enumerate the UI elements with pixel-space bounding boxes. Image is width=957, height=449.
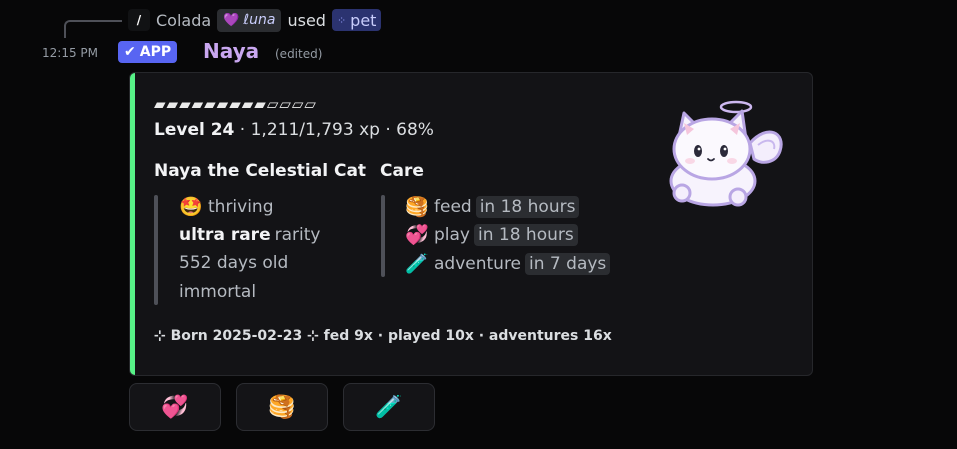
app-badge: ✔ APP — [118, 41, 178, 63]
xp-text: · 1,211/1,793 xp · 68% — [239, 120, 434, 140]
potion-icon: 🧪 — [375, 394, 403, 420]
checkmark-icon: ✔ — [124, 44, 136, 60]
slash-command-icon: / — [128, 9, 150, 31]
lifespan-line: immortal — [179, 279, 256, 305]
age-text: 552 days old — [179, 253, 289, 273]
potion-icon: 🧪 — [405, 252, 429, 275]
reply-username[interactable]: Colada — [156, 11, 211, 30]
rarity-label: rarity — [274, 225, 321, 245]
celestial-cat-thumbnail[interactable] — [658, 93, 788, 213]
rarity-line: ultra rare rarity — [179, 222, 320, 248]
care-feed-time: in 18 hours — [475, 196, 580, 218]
star-struck-icon: 🤩 — [179, 195, 203, 218]
edited-indicator: (edited) — [275, 47, 323, 61]
quote-bar — [154, 195, 158, 305]
embed-accent-bar — [130, 73, 135, 375]
care-adventure-label: adventure — [434, 254, 522, 274]
hearts-icon: 💞 — [405, 223, 429, 246]
xp-progress-bar: ▰▰▰▰▰▰▰▰▰▱▱▱▱ — [154, 95, 317, 113]
user-tag: 💜 ℓuna — [217, 8, 282, 32]
level-label: Level 24 — [154, 120, 235, 140]
care-play-label: play — [434, 225, 470, 245]
care-play-time: in 18 hours — [474, 224, 578, 246]
app-command-icon: ⁘ — [336, 13, 347, 27]
play-button[interactable]: 💞 — [129, 383, 221, 431]
level-line: Level 24 · 1,211/1,793 xp · 68% — [154, 120, 434, 140]
hearts-icon: 💞 — [161, 394, 189, 420]
pancakes-icon: 🥞 — [268, 394, 296, 420]
app-badge-label: APP — [139, 44, 172, 60]
purple-heart-icon: 💜 — [223, 12, 240, 28]
used-text: used — [287, 10, 326, 30]
pancakes-icon: 🥞 — [405, 195, 429, 218]
message-timestamp[interactable]: 12:15 PM — [42, 46, 98, 60]
care-adventure-line: 🧪 adventure in 7 days — [404, 251, 611, 277]
quote-bar — [381, 195, 385, 277]
care-feed-line: 🥞 feed in 18 hours — [404, 194, 580, 220]
author-name[interactable]: Naya — [203, 39, 259, 63]
adventure-button[interactable]: 🧪 — [343, 383, 435, 431]
status-line: 🤩 thriving — [178, 194, 274, 220]
care-title: Care — [380, 161, 424, 181]
command-name: pet — [350, 10, 377, 30]
command-mention[interactable]: ⁘ pet — [331, 9, 382, 31]
discord-message-view: / Colada 💜 ℓuna used ⁘ pet 12:15 PM ✔ AP… — [0, 0, 957, 449]
user-tag-label: ℓuna — [243, 12, 276, 28]
pet-name-title: Naya the Celestial Cat — [154, 161, 367, 181]
age-line: 552 days old — [179, 250, 288, 276]
feed-button[interactable]: 🥞 — [236, 383, 328, 431]
care-play-line: 💞 play in 18 hours — [404, 222, 578, 248]
reply-connector — [64, 20, 122, 38]
reply-context[interactable]: / Colada 💜 ℓuna used ⁘ pet — [128, 8, 382, 32]
rarity-value: ultra rare — [179, 225, 271, 245]
lifespan-text: immortal — [179, 282, 257, 302]
care-adventure-time: in 7 days — [525, 253, 611, 275]
care-feed-label: feed — [434, 197, 472, 217]
embed-footer: ⊹ Born 2025-02-23 ⊹ fed 9x · played 10x … — [154, 328, 612, 344]
status-text: thriving — [208, 197, 274, 217]
pet-embed: ▰▰▰▰▰▰▰▰▰▱▱▱▱ Level 24 · 1,211/1,793 xp … — [129, 72, 813, 376]
